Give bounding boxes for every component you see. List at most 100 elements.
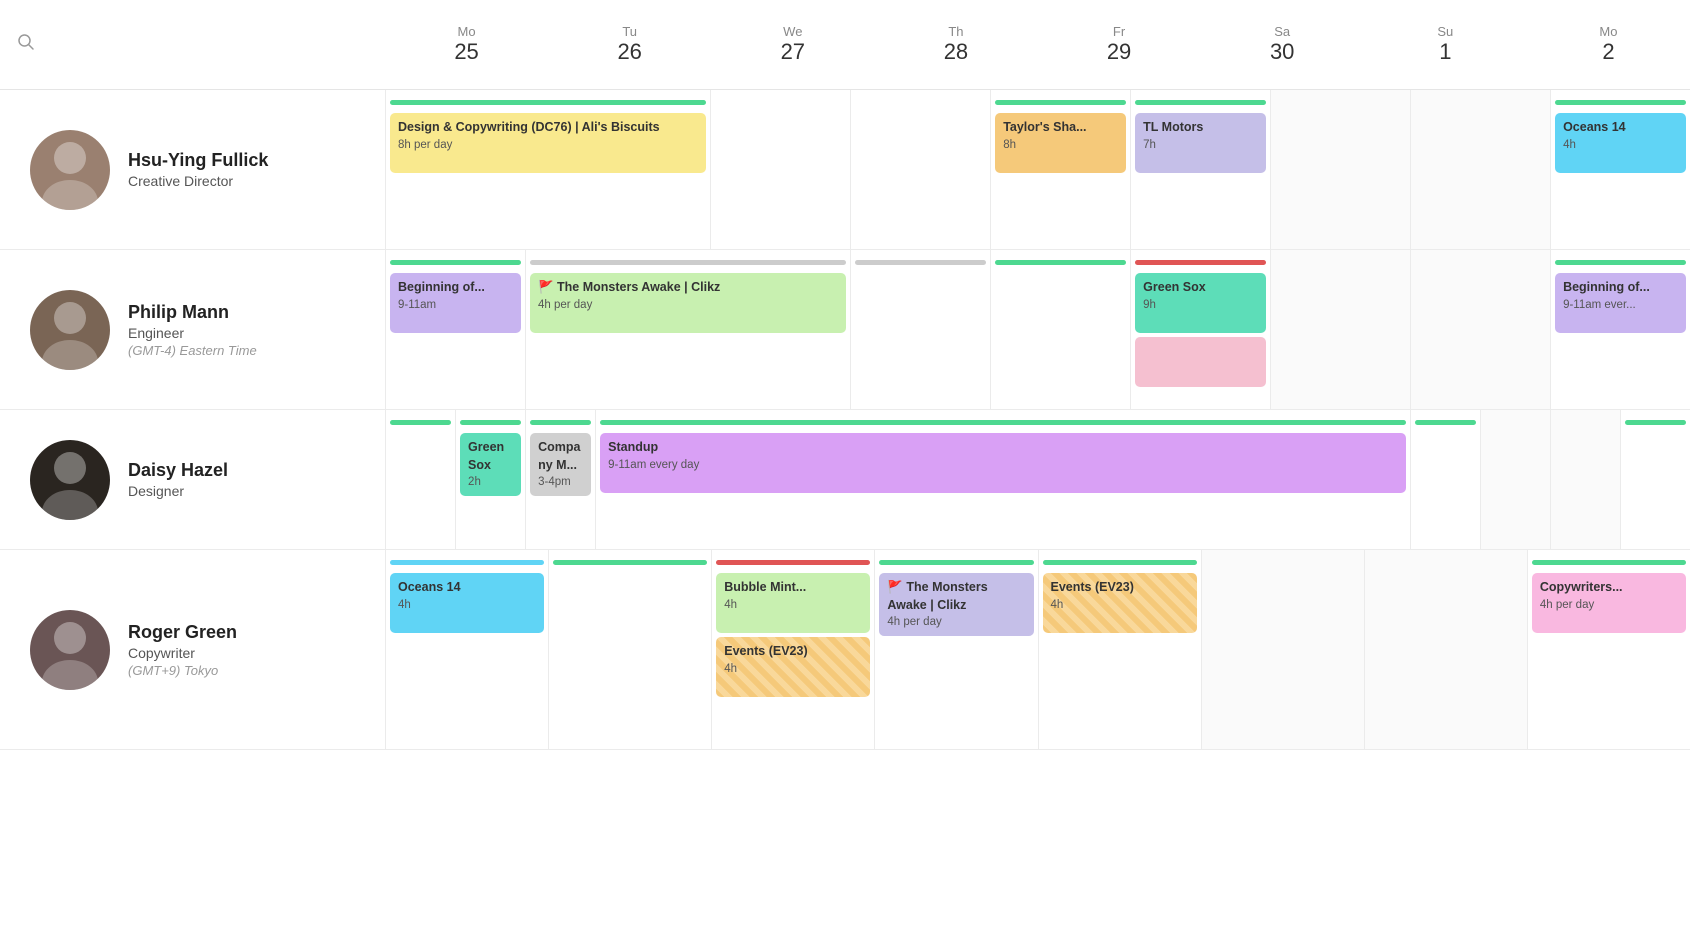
schedule-area-hsu: Design & Copywriting (DC76) | Ali's Bisc… bbox=[385, 90, 1690, 249]
avail-bar-roger-7 bbox=[1532, 560, 1686, 565]
event-title-roger-2-1: Events (EV23) bbox=[724, 643, 862, 661]
event-roger-2-1[interactable]: Events (EV23) 4h bbox=[716, 637, 870, 697]
person-row-philip: Philip Mann Engineer (GMT-4) Eastern Tim… bbox=[0, 250, 1690, 410]
avatar-philip bbox=[30, 290, 110, 370]
day-col-daisy-0 bbox=[385, 410, 455, 549]
avail-bar-hsu-6 bbox=[1415, 100, 1546, 105]
event-time-philip-1-0: 4h per day bbox=[538, 297, 838, 313]
event-time-daisy-1-0: 2h bbox=[468, 474, 513, 490]
person-tz-philip: (GMT-4) Eastern Time bbox=[128, 343, 257, 358]
event-time-roger-7-0: 4h per day bbox=[1540, 597, 1678, 613]
event-hsu-0-0[interactable]: Design & Copywriting (DC76) | Ali's Bisc… bbox=[390, 113, 706, 173]
event-roger-4-0[interactable]: Events (EV23) 4h bbox=[1043, 573, 1197, 633]
event-philip-0-0[interactable]: Beginning of... 9-11am bbox=[390, 273, 521, 333]
person-details-roger: Roger Green Copywriter (GMT+9) Tokyo bbox=[128, 622, 237, 678]
day-col-roger-0: Oceans 14 4h bbox=[385, 550, 548, 749]
avatar-hsu bbox=[30, 130, 110, 210]
event-roger-7-0[interactable]: Copywriters... 4h per day bbox=[1532, 573, 1686, 633]
event-title-philip-4-0: Green Sox bbox=[1143, 279, 1258, 297]
avail-bar-daisy-4 bbox=[1415, 420, 1476, 425]
event-philip-7-0[interactable]: Beginning of... 9-11am ever... bbox=[1555, 273, 1686, 333]
event-title-roger-0-0: Oceans 14 bbox=[398, 579, 536, 597]
header-day-2: We 27 bbox=[711, 0, 874, 89]
day-col-daisy-4 bbox=[1410, 410, 1480, 549]
avail-bar-philip-4 bbox=[1135, 260, 1266, 265]
event-time-hsu-4-0: 7h bbox=[1143, 137, 1258, 153]
day-col-philip-7: Beginning of... 9-11am ever... bbox=[1550, 250, 1690, 409]
avail-bar-philip-0 bbox=[390, 260, 521, 265]
event-time-roger-2-1: 4h bbox=[724, 661, 862, 677]
header-day-5: Sa 30 bbox=[1201, 0, 1364, 89]
header-day-4: Fr 29 bbox=[1038, 0, 1201, 89]
person-details-philip: Philip Mann Engineer (GMT-4) Eastern Tim… bbox=[128, 302, 257, 358]
day-col-roger-7: Copywriters... 4h per day bbox=[1527, 550, 1690, 749]
person-info-philip: Philip Mann Engineer (GMT-4) Eastern Tim… bbox=[0, 250, 385, 409]
day-col-daisy-1: Green Sox 2h bbox=[455, 410, 525, 549]
event-time-philip-4-0: 9h bbox=[1143, 297, 1258, 313]
event-daisy-2-0[interactable]: Company M... 3-4pm bbox=[530, 433, 591, 496]
event-title-hsu-7-0: Oceans 14 bbox=[1563, 119, 1678, 137]
avail-bar-hsu-3 bbox=[995, 100, 1126, 105]
person-row-roger: Roger Green Copywriter (GMT+9) Tokyo Oce… bbox=[0, 550, 1690, 750]
event-time-philip-7-0: 9-11am ever... bbox=[1563, 297, 1678, 313]
day-name-4: Fr bbox=[1113, 24, 1125, 39]
event-title-roger-3-0: 🚩 The Monsters Awake | Clikz bbox=[887, 579, 1025, 614]
event-title-daisy-2-0: Company M... bbox=[538, 439, 583, 474]
event-title-daisy-1-0: Green Sox bbox=[468, 439, 513, 474]
calendar-container: Mo 25 Tu 26 We 27 Th 28 Fr 29 Sa 30 Su 1… bbox=[0, 0, 1690, 952]
day-col-philip-4: Green Sox 9h bbox=[1130, 250, 1270, 409]
avail-bar-daisy-2 bbox=[530, 420, 591, 425]
day-num-2: 27 bbox=[781, 39, 805, 65]
event-roger-3-0[interactable]: 🚩 The Monsters Awake | Clikz 4h per day bbox=[879, 573, 1033, 636]
avail-bar-philip-5 bbox=[1275, 260, 1406, 265]
event-roger-2-0[interactable]: Bubble Mint... 4h bbox=[716, 573, 870, 633]
avail-bar-daisy-6 bbox=[1555, 420, 1616, 425]
header-day-3: Th 28 bbox=[874, 0, 1037, 89]
day-num-4: 29 bbox=[1107, 39, 1131, 65]
avail-bar-roger-3 bbox=[879, 560, 1033, 565]
event-time-roger-4-0: 4h bbox=[1051, 597, 1189, 613]
event-title-hsu-4-0: TL Motors bbox=[1143, 119, 1258, 137]
day-col-philip-5 bbox=[1270, 250, 1410, 409]
day-col-philip-1: 🚩 The Monsters Awake | Clikz 4h per day bbox=[525, 250, 850, 409]
day-col-philip-6 bbox=[1410, 250, 1550, 409]
person-details-hsu: Hsu-Ying Fullick Creative Director bbox=[128, 150, 268, 189]
person-tz-roger: (GMT+9) Tokyo bbox=[128, 663, 237, 678]
event-time-roger-3-0: 4h per day bbox=[887, 614, 1025, 630]
avail-bar-roger-4 bbox=[1043, 560, 1197, 565]
day-col-philip-3 bbox=[990, 250, 1130, 409]
day-col-hsu-3: Taylor's Sha... 8h bbox=[990, 90, 1130, 249]
event-hsu-4-0[interactable]: TL Motors 7h bbox=[1135, 113, 1266, 173]
event-roger-0-0[interactable]: Oceans 14 4h bbox=[390, 573, 544, 633]
day-col-roger-4: Events (EV23) 4h bbox=[1038, 550, 1201, 749]
event-daisy-1-0[interactable]: Green Sox 2h bbox=[460, 433, 521, 496]
event-philip-1-0[interactable]: 🚩 The Monsters Awake | Clikz 4h per day bbox=[530, 273, 846, 333]
header-day-1: Tu 26 bbox=[548, 0, 711, 89]
event-time-hsu-0-0: 8h per day bbox=[398, 137, 698, 153]
day-name-1: Tu bbox=[622, 24, 637, 39]
day-name-0: Mo bbox=[458, 24, 476, 39]
event-title-hsu-0-0: Design & Copywriting (DC76) | Ali's Bisc… bbox=[398, 119, 698, 137]
event-philip-4-1[interactable] bbox=[1135, 337, 1266, 387]
header-days: Mo 25 Tu 26 We 27 Th 28 Fr 29 Sa 30 Su 1… bbox=[385, 0, 1690, 89]
search-icon[interactable] bbox=[16, 32, 36, 57]
event-philip-4-0[interactable]: Green Sox 9h bbox=[1135, 273, 1266, 333]
event-hsu-7-0[interactable]: Oceans 14 4h bbox=[1555, 113, 1686, 173]
person-role-hsu: Creative Director bbox=[128, 173, 268, 189]
avail-bar-philip-1 bbox=[530, 260, 846, 265]
person-row-hsu: Hsu-Ying Fullick Creative Director Desig… bbox=[0, 90, 1690, 250]
avail-bar-hsu-5 bbox=[1275, 100, 1406, 105]
person-name-roger: Roger Green bbox=[128, 622, 237, 643]
day-num-5: 30 bbox=[1270, 39, 1294, 65]
event-title-daisy-3-0: Standup bbox=[608, 439, 1398, 457]
header-day-6: Su 1 bbox=[1364, 0, 1527, 89]
event-daisy-3-0[interactable]: Standup 9-11am every day bbox=[600, 433, 1406, 493]
event-hsu-3-0[interactable]: Taylor's Sha... 8h bbox=[995, 113, 1126, 173]
day-col-roger-3: 🚩 The Monsters Awake | Clikz 4h per day bbox=[874, 550, 1037, 749]
day-col-daisy-6 bbox=[1550, 410, 1620, 549]
event-time-roger-2-0: 4h bbox=[724, 597, 862, 613]
schedule-area-philip: Beginning of... 9-11am 🚩 The Monsters Aw… bbox=[385, 250, 1690, 409]
header-row: Mo 25 Tu 26 We 27 Th 28 Fr 29 Sa 30 Su 1… bbox=[0, 0, 1690, 90]
event-title-philip-1-0: 🚩 The Monsters Awake | Clikz bbox=[538, 279, 838, 297]
event-time-roger-0-0: 4h bbox=[398, 597, 536, 613]
